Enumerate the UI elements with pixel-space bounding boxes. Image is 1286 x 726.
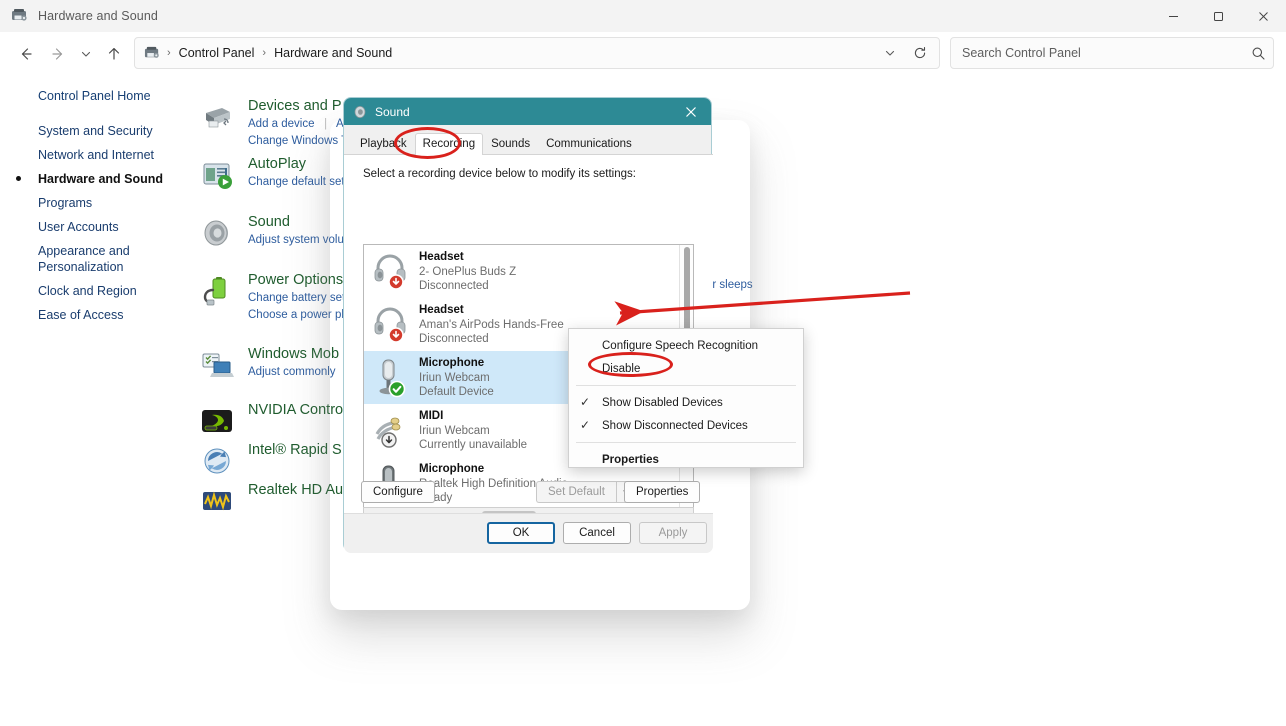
sidebar-item-programs[interactable]: Programs [0, 191, 196, 215]
forward-icon[interactable] [42, 38, 74, 70]
device-status: Disconnected [419, 332, 489, 345]
close-button[interactable] [1241, 0, 1286, 32]
screen-root: Hardware and Sound › Control Panel › Har… [0, 0, 1286, 726]
sidebar-item-hardware-and-sound[interactable]: Hardware and Sound [0, 167, 196, 191]
search-box[interactable] [950, 37, 1274, 69]
device-status: Currently unavailable [419, 438, 528, 451]
address-bar[interactable]: › Control Panel › Hardware and Sound [134, 37, 940, 69]
device-info: Headset Aman's AirPods Hands-Free Discon… [419, 303, 564, 346]
back-icon[interactable] [10, 38, 42, 70]
device-description: Iriun Webcam [419, 371, 490, 384]
checkmark-icon: ✓ [580, 395, 591, 409]
breadcrumb-control-panel[interactable]: Control Panel [177, 46, 257, 60]
set-default-button[interactable]: Set Default [536, 481, 616, 503]
cancel-button[interactable]: Cancel [563, 522, 631, 544]
previous-locations-chevron-down-icon[interactable] [875, 38, 905, 68]
dialog-close-icon[interactable] [671, 98, 711, 125]
link-add-a-device[interactable]: Add a device [248, 118, 315, 130]
tab-communications[interactable]: Communications [538, 133, 640, 155]
device-name: Microphone [419, 462, 485, 475]
ok-button[interactable]: OK [487, 522, 555, 544]
device-status: Disconnected [419, 279, 489, 292]
recent-locations-chevron-down-icon[interactable] [74, 38, 98, 70]
device-name: MIDI [419, 409, 444, 422]
dialog-titlebar: Sound [344, 98, 711, 125]
midi-icon [371, 408, 411, 452]
properties-button[interactable]: Properties [624, 481, 701, 503]
context-menu-separator [576, 442, 796, 443]
breadcrumb-separator: › [262, 47, 267, 59]
sidebar: Control Panel Home System and Security N… [0, 84, 196, 327]
default-device-check-badge [388, 380, 406, 398]
headset-icon [371, 302, 411, 346]
device-info: MIDI Iriun Webcam Currently unavailable [419, 409, 527, 452]
search-input[interactable] [962, 46, 1243, 60]
set-default-split-button[interactable]: Set Default ▾ [536, 481, 636, 503]
apply-button[interactable]: Apply [639, 522, 707, 544]
sidebar-item-network-and-internet[interactable]: Network and Internet [0, 143, 196, 167]
breadcrumb-hardware-and-sound[interactable]: Hardware and Sound [272, 46, 394, 60]
tab-sounds[interactable]: Sounds [483, 133, 538, 155]
minimize-button[interactable] [1151, 0, 1196, 32]
tab-playback[interactable]: Playback [352, 133, 415, 155]
context-menu-item-label: Show Disabled Devices [602, 396, 723, 409]
sound-icon [353, 105, 367, 119]
device-description: 2- OnePlus Buds Z [419, 265, 517, 278]
context-menu-separator [576, 385, 796, 386]
power-icon [200, 274, 234, 308]
checkmark-icon: ✓ [580, 418, 591, 432]
breadcrumb-separator: › [167, 47, 171, 59]
intel-icon [200, 444, 234, 478]
device-info: Microphone Iriun Webcam Default Device [419, 356, 494, 399]
search-icon[interactable] [1243, 46, 1273, 61]
autoplay-icon [200, 158, 234, 192]
headset-icon [371, 249, 411, 293]
mobility-icon [200, 348, 234, 382]
device-name: Microphone [419, 356, 485, 369]
sidebar-item-user-accounts[interactable]: User Accounts [0, 215, 196, 239]
sidebar-item-system-and-security[interactable]: System and Security [0, 119, 196, 143]
sidebar-item-ease-of-access[interactable]: Ease of Access [0, 303, 196, 327]
configure-button[interactable]: Configure [361, 481, 435, 503]
sidebar-item-appearance-and-personalization[interactable]: Appearance and Personalization [0, 239, 196, 279]
up-icon[interactable] [98, 38, 130, 70]
speaker-icon [200, 216, 234, 250]
refresh-icon[interactable] [905, 38, 935, 68]
context-menu-item-label: Configure Speech Recognition [602, 339, 758, 352]
context-menu-item-show-disconnected-devices[interactable]: ✓ Show Disconnected Devices [569, 414, 803, 437]
maximize-button[interactable] [1196, 0, 1241, 32]
window-controls [1151, 0, 1286, 32]
context-menu-item-disable[interactable]: Disable [569, 357, 803, 380]
device-name: Headset [419, 250, 464, 263]
device-name: Headset [419, 303, 464, 316]
dialog-title: Sound [375, 104, 410, 119]
sidebar-item-clock-and-region[interactable]: Clock and Region [0, 279, 196, 303]
realtek-icon [200, 484, 234, 518]
device-description: Iriun Webcam [419, 424, 490, 437]
microphone-icon [371, 355, 411, 399]
device-status: Default Device [419, 385, 494, 398]
dialog-hint: Select a recording device below to modif… [363, 168, 636, 180]
device-description: Aman's AirPods Hands-Free [419, 318, 564, 331]
window-title: Hardware and Sound [38, 9, 158, 23]
breadcrumb-control-panel-icon [144, 45, 161, 62]
device-info: Headset 2- OnePlus Buds Z Disconnected [419, 250, 516, 293]
context-menu-item-configure-speech-recognition[interactable]: Configure Speech Recognition [569, 334, 803, 357]
window-titlebar: Hardware and Sound [0, 0, 1286, 32]
control-panel-icon [11, 7, 29, 25]
annotation-arrow [614, 291, 911, 326]
sidebar-item-control-panel-home[interactable]: Control Panel Home [0, 84, 196, 108]
context-menu-item-label: Properties [602, 453, 659, 466]
device-context-menu: Configure Speech Recognition Disable ✓ S… [568, 328, 804, 468]
context-menu-item-show-disabled-devices[interactable]: ✓ Show Disabled Devices [569, 391, 803, 414]
tab-recording[interactable]: Recording [414, 133, 484, 155]
dialog-tabstrip: Playback Recording Sounds Communications [344, 133, 713, 155]
context-menu-item-label: Show Disconnected Devices [602, 419, 748, 432]
context-menu-item-label: Disable [602, 362, 641, 375]
context-menu-item-properties[interactable]: Properties [569, 448, 803, 471]
printer-icon [200, 100, 234, 134]
nvidia-icon [200, 404, 234, 438]
